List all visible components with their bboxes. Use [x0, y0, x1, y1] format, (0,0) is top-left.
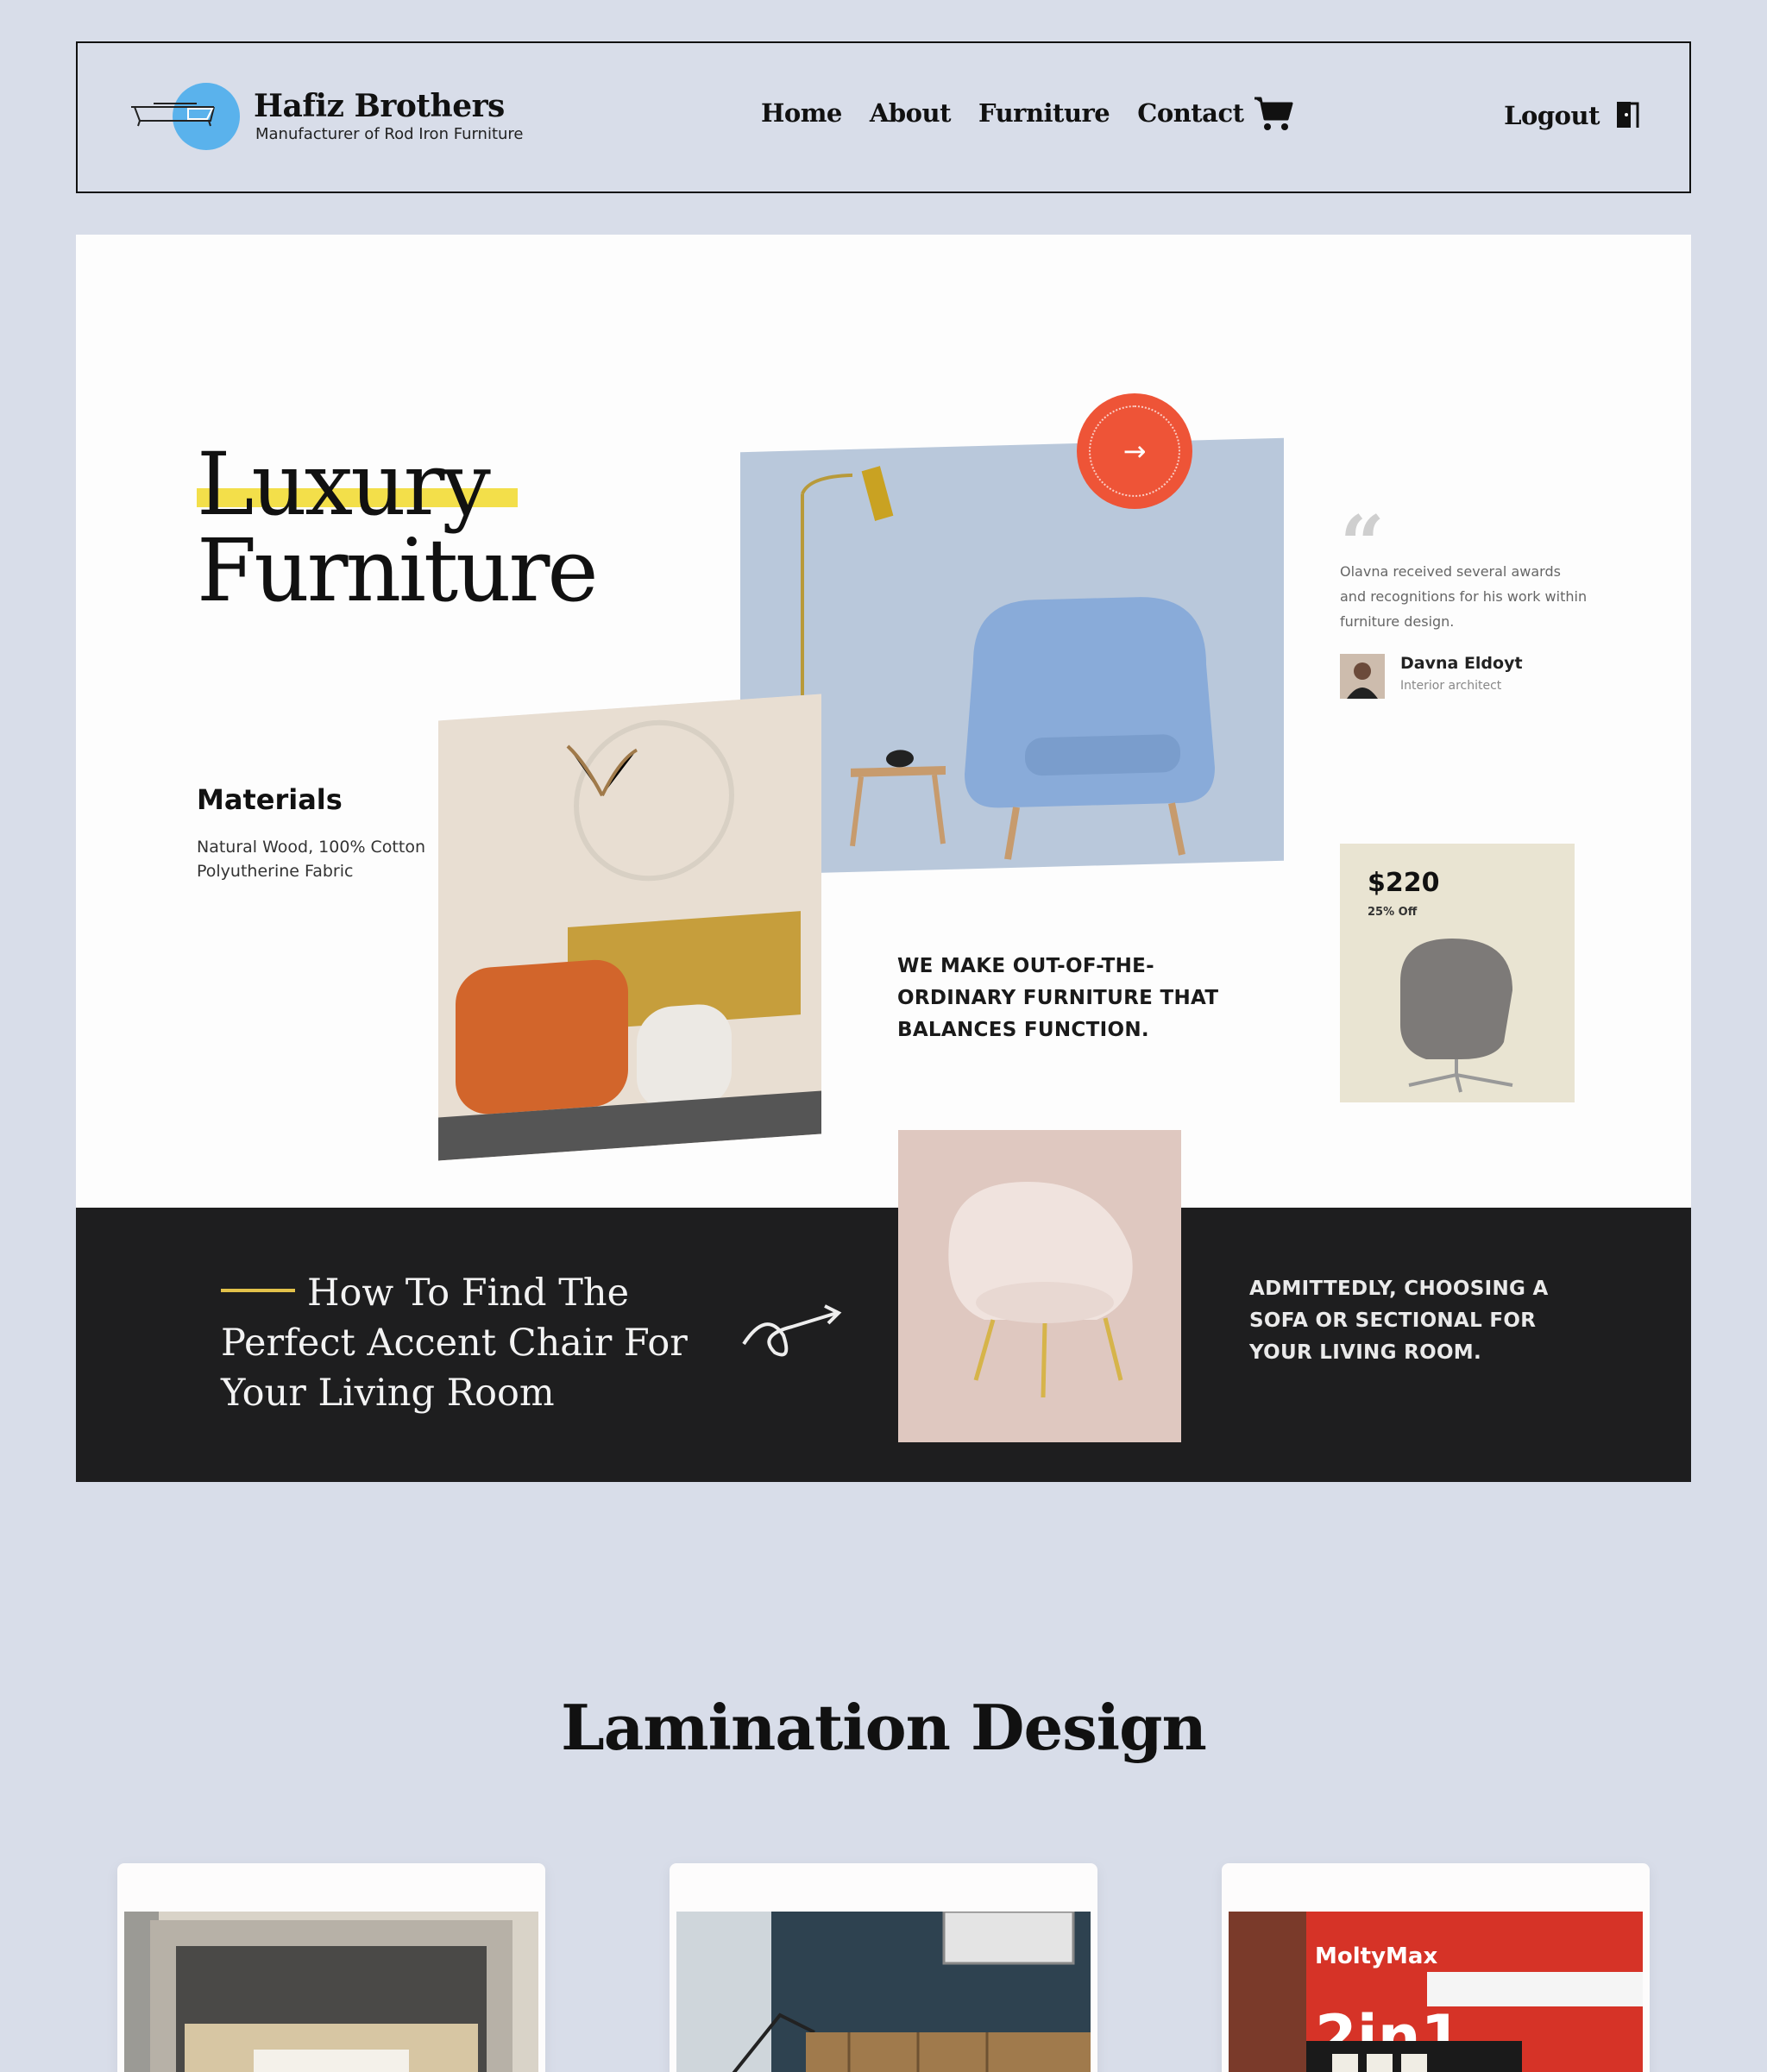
author-name: Davna Eldoyt [1400, 654, 1523, 673]
bed-image [124, 1912, 538, 2072]
hero-title-line2: Furniture [197, 520, 599, 621]
lamination-card-bed[interactable] [117, 1863, 545, 2072]
testimonial-quote: Olavna received several awards and recog… [1340, 563, 1588, 630]
discount-label: 25% Off [1368, 906, 1418, 919]
article-excerpt: ADMITTEDLY, CHOOSING A SOFA OR SECTIONAL… [1249, 1278, 1549, 1364]
brand[interactable]: Hafiz Brothers Manufacturer of Rod Iron … [128, 79, 524, 152]
author-role: Interior architect [1400, 679, 1502, 693]
site-header: Hafiz Brothers Manufacturer of Rod Iron … [76, 41, 1691, 193]
author-avatar [1340, 654, 1385, 699]
materials-heading: Materials [197, 783, 343, 816]
living-room-image [438, 694, 821, 1161]
main-nav: Home About Furniture Contact [761, 98, 1272, 128]
cart-icon[interactable] [1253, 95, 1294, 133]
accent-chair-image [898, 1130, 1181, 1442]
product-price: $220 [1368, 868, 1440, 898]
door-exit-icon [1612, 98, 1643, 133]
section-title: Lamination Design [561, 1691, 1207, 1764]
nav-home[interactable]: Home [761, 98, 842, 128]
hero-title: Luxury Furniture [197, 434, 599, 621]
logout-button[interactable]: Logout [1504, 98, 1643, 133]
hero-title-line1: Luxury [197, 434, 491, 535]
nav-furniture[interactable]: Furniture [978, 98, 1110, 128]
lamination-card-bedroom[interactable] [670, 1863, 1097, 2072]
nav-about[interactable]: About [870, 98, 952, 128]
product-price-card[interactable]: $220 25% Off [1340, 844, 1575, 1102]
nav-contact[interactable]: Contact [1137, 98, 1244, 128]
hero-tagline: WE MAKE OUT-OF-THE-ORDINARY FURNITURE TH… [897, 955, 1219, 1041]
armchair-image [740, 437, 1284, 876]
brand-tagline: Manufacturer of Rod Iron Furniture [255, 124, 524, 143]
swirl-arrow-icon [740, 1301, 844, 1365]
article-title[interactable]: How To Find The Perfect Accent Chair For… [221, 1268, 721, 1418]
moltymax-showroom-image: MoltyMax 2in1 [1229, 1912, 1643, 2072]
brand-name: Hafiz Brothers [254, 87, 505, 124]
logout-label: Logout [1504, 101, 1600, 130]
materials-text: Natural Wood, 100% Cotton Polyutherine F… [197, 838, 425, 881]
sofa-logo-icon [128, 79, 240, 152]
hero-banner: Luxury Furniture Materials Natural Wood,… [76, 235, 1691, 1482]
bedroom-image [676, 1912, 1091, 2072]
lamination-card-moltymax[interactable]: MoltyMax 2in1 [1222, 1863, 1650, 2072]
arrow-badge-icon[interactable]: → [1077, 393, 1192, 509]
svg-text:MoltyMax: MoltyMax [1315, 1943, 1437, 1969]
